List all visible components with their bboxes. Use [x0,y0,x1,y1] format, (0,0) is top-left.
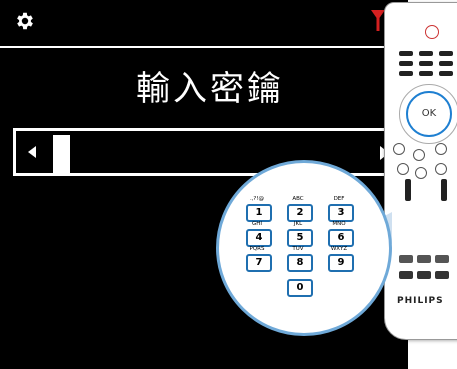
keypad-letters-label: WXYZ [330,246,348,252]
ok-label: OK [421,108,437,119]
remote-button [419,71,433,76]
remote-button [399,271,413,279]
brand-logo: PHILIPS [397,296,444,306]
keypad-key-8: 8 [287,254,313,272]
remote-button [417,255,431,263]
header-divider [0,46,408,48]
remote-button [439,71,453,76]
keypad-key-1: 1 [246,204,272,222]
keypad-letters-label: JKL [293,221,303,227]
keypad-letters-label: .,?!@ [249,196,265,202]
remote-round-button [413,149,425,161]
gear-icon[interactable] [14,10,36,32]
remote-round-button [397,163,409,175]
remote-round-button [393,143,405,155]
remote-button [441,179,447,201]
remote-button [419,61,433,66]
remote-round-button [435,163,447,175]
keypad-letters-label: MNO [332,221,346,227]
remote-round-button [415,167,427,179]
keypad-key-7: 7 [246,254,272,272]
remote-control: OK PHILIPS [384,2,457,340]
text-cursor [53,135,70,174]
keypad-key-0: 0 [287,279,313,297]
keypad-key-9: 9 [328,254,354,272]
remote-button [405,179,411,201]
remote-button [419,51,433,56]
remote-button [417,271,431,279]
remote-button [399,71,413,76]
keypad-key-5: 5 [287,229,313,247]
remote-button [399,61,413,66]
remote-button [399,51,413,56]
arrow-left-icon[interactable] [28,146,36,158]
remote-round-button [435,143,447,155]
keypad-letters-label: PQRS [249,246,265,252]
remote-button [435,271,449,279]
keypad-letters-label: GHI [251,221,263,227]
power-icon [425,25,439,39]
keypad-key-3: 3 [328,204,354,222]
remote-button [439,51,453,56]
keypad-letters-label: DEF [333,196,345,202]
remote-button [399,255,413,263]
remote-button [439,61,453,66]
ok-button: OK [406,91,452,137]
key-entry-field[interactable] [13,128,403,176]
keypad-letters-label: ABC [292,196,304,202]
keypad-letters-label: TUV [292,246,304,252]
keypad-key-4: 4 [246,229,272,247]
remote-button [435,255,449,263]
keypad-key-6: 6 [328,229,354,247]
keypad-key-2: 2 [287,204,313,222]
entry-field-inner [16,131,400,173]
page-title: 輸入密鑰 [136,69,284,109]
